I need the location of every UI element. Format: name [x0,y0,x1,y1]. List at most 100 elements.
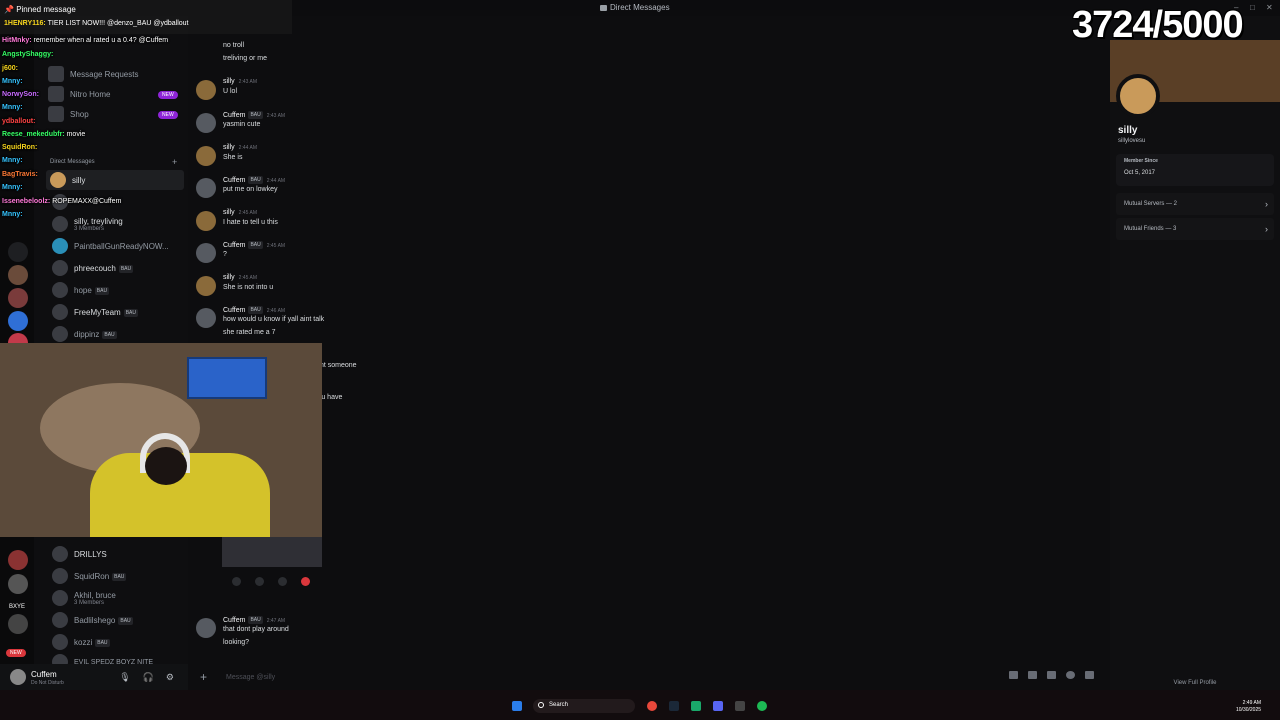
dm-item[interactable]: dippinz BAU [48,324,198,344]
steam-icon[interactable] [669,701,679,711]
message-author[interactable]: Cuffem [223,242,245,249]
avatar[interactable] [196,308,216,328]
call-activity-icon[interactable] [232,577,241,586]
user-status: Do Not Disturb [31,680,64,686]
message-time: 2:45 AM [266,243,286,249]
discord-icon[interactable] [713,701,723,711]
avatar[interactable] [196,80,216,100]
server-icon[interactable] [8,574,28,594]
add-attachment-icon[interactable]: + [200,670,214,684]
dm-item[interactable]: hope BAU [48,280,198,300]
message-author[interactable]: Cuffem [223,307,245,314]
message-text: ? [223,251,227,258]
mutual-servers-row[interactable]: Mutual Servers — 2 › [1116,193,1274,215]
message-author[interactable]: Cuffem [223,617,245,624]
end-call-icon[interactable] [301,577,310,586]
dm-item[interactable]: DRILLYS [48,544,198,564]
stream-chat-line: Mnny: [2,184,23,191]
stream-chat-line: AngstyShaggy: [2,51,53,58]
avatar[interactable] [10,669,26,685]
message-text: She is not into u [223,284,274,291]
message-author[interactable]: Cuffem [223,112,245,119]
avatar[interactable] [196,178,216,198]
avatar[interactable] [196,243,216,263]
taskbar-search[interactable]: Search [533,699,635,713]
gif-icon[interactable] [1028,671,1037,679]
stream-chat-line: Issenebeloolz: ROPEMAXX@Cuffem [2,198,121,205]
call-mic-icon[interactable] [255,577,264,586]
chat-username: j600: [2,65,18,72]
spotify-icon[interactable] [757,701,767,711]
message-author[interactable]: silly [223,209,235,216]
chat-text: ROPEMAXX@Cuffem [52,198,122,205]
view-full-profile-link[interactable]: View Full Profile [1110,680,1280,686]
avatar [50,172,66,188]
message-text: looking? [223,639,250,646]
apps-icon[interactable] [1085,671,1094,679]
stream-chat-line: HitMnky: remember when al rated u a 0.4?… [2,37,168,44]
app-icon[interactable] [735,701,745,711]
dm-item-group[interactable]: silly, treyliving 3 Members [48,214,198,234]
app-icon[interactable] [691,701,701,711]
avatar[interactable] [196,113,216,133]
gift-icon[interactable] [1009,671,1018,679]
avatar[interactable] [1116,74,1160,118]
close-button[interactable]: ✕ [1266,3,1273,12]
dm-item[interactable]: SquidRon BAU [48,566,198,586]
chat-username: Mnny: [2,184,23,191]
stream-chat-line: Reese_mekedubfr: movie [2,131,85,138]
dm-item[interactable]: PaintballGunReadyNOW... [48,236,198,256]
avatar [52,326,68,342]
message-author[interactable]: silly [223,144,235,151]
avatar[interactable] [196,211,216,231]
message-author[interactable]: silly [223,274,235,281]
avatar[interactable] [196,618,216,638]
server-icon[interactable] [8,614,28,634]
avatar [52,238,68,254]
chat-username: Mnny: [2,157,23,164]
message-text: She is [223,154,243,161]
dm-item[interactable]: FreeMyTeam BAU [48,302,198,322]
dm-item[interactable]: Badlilshego BAU [48,610,198,630]
section-header-direct-messages: Direct Messages + [50,157,178,167]
message-time: 2:43 AM [238,79,258,85]
server-icon[interactable] [8,550,28,570]
avatar[interactable] [196,276,216,296]
new-badge: NEW [158,91,178,99]
microphone-icon[interactable]: 🎙 [119,672,130,683]
sticker-icon[interactable] [1047,671,1056,679]
message-author[interactable]: silly [223,78,235,85]
avatar[interactable] [196,146,216,166]
dm-icon [600,5,607,11]
sidebar-item-message-requests[interactable]: Message Requests [48,64,198,84]
taskbar-clock[interactable]: 2:49 AM 10/30/2025 [1236,700,1261,714]
message-composer[interactable]: + Message @silly [196,667,1102,687]
message-author[interactable]: Cuffem [223,177,245,184]
server-icon[interactable] [8,288,28,308]
server-icon[interactable] [8,265,28,285]
server-icon[interactable] [8,311,28,331]
server-icon[interactable] [8,242,28,262]
profile-display-name: silly [1118,125,1138,136]
maximize-button[interactable]: □ [1250,3,1255,12]
message-time: 2:46 AM [266,308,286,314]
chrome-icon[interactable] [647,701,657,711]
chat-username: HitMnky: [2,37,32,44]
emoji-icon[interactable] [1066,671,1075,679]
stream-chat-line: SquidRon: [2,144,37,151]
message-input[interactable]: Message @silly [226,674,275,681]
mutual-friends-row[interactable]: Mutual Friends — 3 › [1116,218,1274,240]
user-name: Cuffem [31,670,57,679]
windows-start-icon[interactable] [512,701,522,711]
dm-item[interactable]: kozzi BAU [48,632,198,652]
headphones-icon[interactable]: 🎧 [143,672,154,683]
dm-item-silly[interactable]: silly [46,170,184,190]
dm-item-group[interactable]: Akhil, bruce 3 Members [48,588,198,608]
message-time: 2:44 AM [238,145,258,151]
add-dm-icon[interactable]: + [172,157,177,167]
dm-item[interactable]: phreecouch BAU [48,258,198,278]
gear-icon[interactable]: ⚙ [166,672,174,683]
call-camera-icon[interactable] [278,577,287,586]
avatar [52,304,68,320]
stream-chat-line: Mnny: [2,78,23,85]
